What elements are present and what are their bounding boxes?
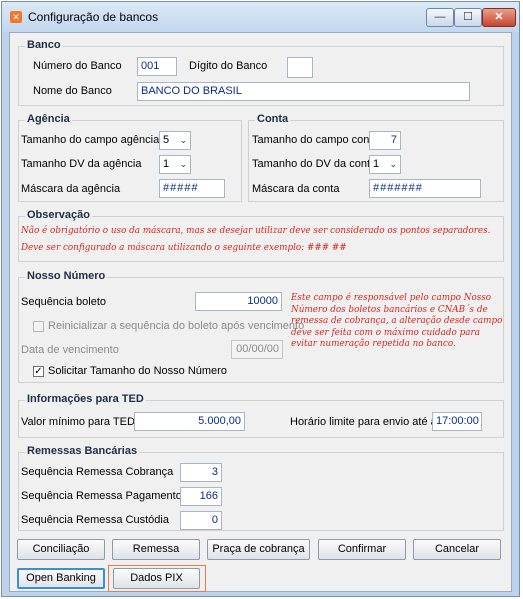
group-agencia-title: Agência xyxy=(25,113,72,125)
group-remessas-title: Remessas Bancárias xyxy=(25,445,140,457)
group-ted: Informações para TED Valor mínimo para T… xyxy=(18,393,504,438)
dv-agencia-select[interactable]: 1 ⌄ xyxy=(159,155,191,174)
dv-agencia-label: Tamanho DV da agência xyxy=(21,158,142,170)
tamanho-conta-label: Tamanho do campo conta xyxy=(252,134,379,146)
dados-pix-highlight xyxy=(108,565,206,592)
tamanho-agencia-select[interactable]: 5 ⌄ xyxy=(159,131,191,150)
remessa-button[interactable]: Remessa xyxy=(112,539,200,560)
tamanho-conta-field[interactable]: 7 xyxy=(369,131,401,150)
dv-agencia-value: 1 xyxy=(163,158,170,170)
sequencia-boleto-field[interactable]: 10000 xyxy=(195,292,282,311)
title-bar: ✕ Configuração de bancos — ☐ ✕ xyxy=(2,2,519,32)
observacao-line-2: Deve ser configurado a máscara utilizand… xyxy=(21,243,347,253)
open-banking-button[interactable]: Open Banking xyxy=(17,568,105,589)
digito-banco-label: Dígito do Banco xyxy=(189,60,268,72)
minimize-icon: — xyxy=(434,11,446,23)
tamanho-agencia-value: 5 xyxy=(163,134,170,146)
numero-banco-field[interactable]: 001 xyxy=(137,57,177,76)
data-vencimento-label: Data de vencimento xyxy=(21,344,119,356)
note-line: Este campo é responsável pelo campo Noss… xyxy=(291,293,492,303)
chevron-down-icon: ⌄ xyxy=(179,135,187,145)
remessa-pagamento-label: Sequência Remessa Pagamento xyxy=(21,490,182,502)
close-button[interactable]: ✕ xyxy=(482,8,516,27)
conciliacao-button[interactable]: Conciliação xyxy=(17,539,105,560)
group-banco: Banco Número do Banco 001 Dígito do Banc… xyxy=(18,39,504,106)
dv-conta-select[interactable]: 1 ⌄ xyxy=(369,155,401,174)
group-nosso-numero: Nosso Número Sequência boleto 10000 Rein… xyxy=(18,270,504,383)
confirmar-button[interactable]: Confirmar xyxy=(318,539,406,560)
dialog-body: Banco Número do Banco 001 Dígito do Banc… xyxy=(9,32,512,592)
group-remessas: Remessas Bancárias Sequência Remessa Cob… xyxy=(18,445,504,531)
remessa-cobranca-field[interactable]: 3 xyxy=(180,463,222,482)
mascara-conta-label: Máscara da conta xyxy=(252,183,340,195)
digito-banco-field[interactable] xyxy=(287,57,313,78)
chevron-down-icon: ⌄ xyxy=(389,159,397,169)
remessa-pagamento-field[interactable]: 166 xyxy=(180,487,222,506)
valor-minimo-label: Valor mínimo para TED xyxy=(21,416,135,428)
group-observacao: Observação Não é obrigatório o uso da má… xyxy=(18,209,504,262)
mascara-agencia-label: Máscara da agência xyxy=(21,183,121,195)
maximize-button[interactable]: ☐ xyxy=(454,8,482,27)
maximize-icon: ☐ xyxy=(463,11,473,23)
nosso-numero-note: Este campo é responsável pelo campo Noss… xyxy=(291,293,503,351)
minimize-button[interactable]: — xyxy=(426,8,454,27)
valor-minimo-field[interactable]: 5.000,00 xyxy=(134,412,245,431)
nome-banco-label: Nome do Banco xyxy=(33,85,112,97)
note-line: Número dos boletos bancários e CNAB´s de xyxy=(291,304,488,315)
remessa-custodia-field[interactable]: 0 xyxy=(180,511,222,530)
group-banco-title: Banco xyxy=(25,39,63,51)
app-icon: ✕ xyxy=(10,11,22,23)
group-conta: Conta Tamanho do campo conta 7 Tamanho d… xyxy=(248,113,504,202)
group-ted-title: Informações para TED xyxy=(25,393,146,405)
praca-cobranca-button[interactable]: Praça de cobrança xyxy=(207,539,310,560)
dv-conta-label: Tamanho do DV da conta xyxy=(252,158,377,170)
remessa-custodia-label: Sequência Remessa Custódia xyxy=(21,514,169,526)
remessa-cobranca-label: Sequência Remessa Cobrança xyxy=(21,466,174,478)
group-conta-title: Conta xyxy=(255,113,291,125)
solicitar-tamanho-label: Solicitar Tamanho do Nosso Número xyxy=(48,365,227,377)
mascara-conta-field[interactable]: ####### xyxy=(369,179,481,198)
observacao-line-1: Não é obrigatório o uso da máscara, mas … xyxy=(21,226,491,236)
window: ✕ Configuração de bancos — ☐ ✕ Banco Núm… xyxy=(1,1,520,597)
cancelar-button[interactable]: Cancelar xyxy=(413,539,501,560)
group-agencia: Agência Tamanho do campo agência 5 ⌄ Tama… xyxy=(18,113,242,202)
close-icon: ✕ xyxy=(494,11,504,23)
nome-banco-field[interactable]: BANCO DO BRASIL xyxy=(137,82,470,101)
window-title: Configuração de bancos xyxy=(28,10,159,24)
note-line: deve ser feita com o máximo cuidado para xyxy=(291,327,480,338)
solicitar-tamanho-checkbox[interactable]: ✓ xyxy=(33,366,44,377)
group-nosso-numero-title: Nosso Número xyxy=(25,270,108,282)
sequencia-boleto-label: Sequência boleto xyxy=(21,296,107,308)
group-observacao-title: Observação xyxy=(25,209,92,221)
data-vencimento-field[interactable]: 00/00/00 xyxy=(231,340,283,359)
dv-conta-value: 1 xyxy=(373,158,380,170)
note-line: evitar numeração repetida no banco. xyxy=(291,339,456,349)
reinicializar-checkbox[interactable] xyxy=(33,321,44,332)
numero-banco-label: Número do Banco xyxy=(33,60,122,72)
horario-limite-field[interactable]: 17:00:00 xyxy=(432,412,482,431)
tamanho-agencia-label: Tamanho do campo agência xyxy=(21,134,160,146)
chevron-down-icon: ⌄ xyxy=(179,159,187,169)
horario-limite-label: Horário limite para envio até às xyxy=(290,416,443,428)
note-line: remessa de cobrança, a alteração desde c… xyxy=(291,316,503,326)
reinicializar-label: Reinicializar a sequência do boleto após… xyxy=(48,320,305,332)
mascara-agencia-field[interactable]: ##### xyxy=(159,179,225,198)
